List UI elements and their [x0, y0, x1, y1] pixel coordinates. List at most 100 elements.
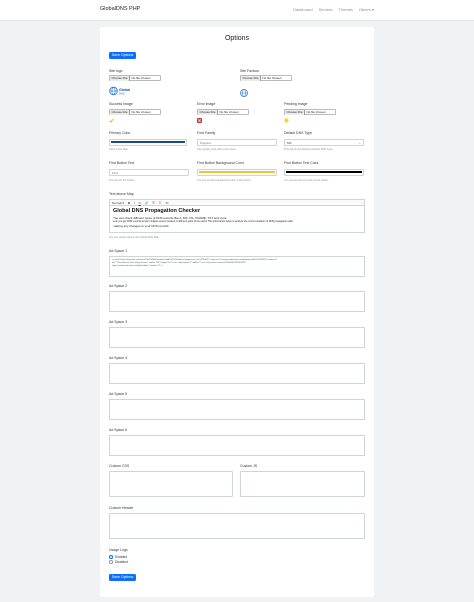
- error-image-label: Error image: [197, 102, 216, 106]
- pending-clock-icon: [284, 118, 289, 123]
- default-dns-type-label: Default DNS Type: [284, 131, 312, 135]
- site-favicon-file-input[interactable]: Choose File No file chosen: [240, 75, 292, 82]
- success-image-label: Success image: [109, 102, 133, 106]
- nav-themes[interactable]: Themes: [338, 7, 352, 12]
- primary-color-help: Used in the Map.: [109, 148, 129, 151]
- clear-format-icon[interactable]: Tx: [165, 201, 168, 205]
- find-button-text-label: Find Button Text: [109, 161, 135, 165]
- save-options-button-bottom[interactable]: Save Options: [109, 574, 136, 581]
- find-button-text-color-picker[interactable]: [284, 169, 364, 176]
- primary-color-label: Primary Color: [109, 131, 131, 135]
- editor-heading: Global DNS Propagation Checker: [113, 208, 201, 214]
- chevron-down-icon: ⌄: [358, 141, 361, 145]
- primary-color-picker[interactable]: [109, 139, 187, 146]
- choose-file-button[interactable]: Choose File: [110, 110, 131, 116]
- default-dns-type-select[interactable]: MX ⌄: [284, 139, 364, 146]
- page-title: Options: [224, 35, 250, 42]
- custom-css-label: Custom CSS: [109, 464, 130, 468]
- site-logo-label: Site logo: [109, 69, 123, 73]
- globe-favicon-icon: [240, 89, 248, 97]
- globe-logo-icon: Global DNS: [109, 86, 130, 96]
- svg-text:DNS: DNS: [119, 92, 125, 96]
- custom-js-label: Custom JS: [240, 464, 258, 468]
- find-button-bg-picker[interactable]: [197, 169, 277, 176]
- format-select[interactable]: Normal ▾: [112, 201, 124, 205]
- nav-links: Dashboard Servers Themes Others ▾: [293, 7, 374, 12]
- ordered-list-icon[interactable]: ☰: [152, 201, 155, 205]
- find-button-text-color-swatch: [286, 171, 362, 174]
- error-image-file-input[interactable]: Choose File No file chosen: [197, 109, 249, 116]
- find-button-text-help: The text for the button.: [109, 179, 136, 182]
- find-button-bg-help: You can set the background color of the …: [197, 179, 252, 182]
- editor-toolbar: Normal ▾ B I U 🔗 ☰ ☷ Tx: [110, 200, 364, 206]
- usage-logs-disabled-radio[interactable]: [109, 560, 113, 564]
- nav-others-dropdown[interactable]: Others ▾: [359, 7, 374, 12]
- ad-space-5-label: Ad Space 5: [109, 392, 128, 396]
- ad-space-3-label: Ad Space 3: [109, 320, 128, 324]
- file-status: No file chosen: [219, 110, 239, 114]
- custom-header-label: Custom Header: [109, 506, 134, 510]
- usage-logs-label: Usage Logs: [109, 548, 128, 552]
- ad-space-3-textarea[interactable]: [109, 327, 365, 348]
- bullet-list-icon[interactable]: ☷: [159, 201, 162, 205]
- font-family-help: Use google fonts with exact name.: [197, 148, 237, 151]
- ad-space-6-label: Ad Space 6: [109, 428, 128, 432]
- usage-logs-disabled-label: Disabled: [115, 560, 128, 564]
- bold-icon[interactable]: B: [128, 201, 130, 205]
- editor-line-3: making any changes to your DNS records.: [113, 224, 170, 228]
- ad-space-1-label: Ad Space 1: [109, 249, 128, 253]
- find-button-bg-swatch: [199, 171, 275, 174]
- save-options-button-top[interactable]: Save Options: [109, 52, 136, 59]
- find-button-text-color-help: You can set the text color of the button…: [284, 179, 329, 182]
- site-favicon-label: Site Favicon: [240, 69, 260, 73]
- file-status: No file chosen: [262, 76, 282, 80]
- usage-logs-enabled-label: Enabled: [115, 555, 128, 559]
- brand-name[interactable]: GlobalDNS PHP: [100, 6, 140, 12]
- nav-dashboard[interactable]: Dashboard: [293, 7, 313, 12]
- font-family-input[interactable]: Poppins: [197, 139, 277, 146]
- site-logo-file-input[interactable]: Choose File No file chosen: [109, 75, 161, 82]
- nav-servers[interactable]: Servers: [319, 7, 333, 12]
- custom-header-textarea[interactable]: [109, 513, 365, 539]
- italic-icon[interactable]: I: [134, 201, 135, 205]
- font-family-label: Font Family: [197, 131, 216, 135]
- choose-file-button[interactable]: Choose File: [241, 76, 262, 82]
- primary-color-swatch: [111, 141, 185, 144]
- default-dns-type-help: This will be the default selected DNS Ty…: [284, 148, 334, 151]
- success-image-file-input[interactable]: Choose File No file chosen: [109, 109, 161, 116]
- find-button-text-input[interactable]: Find: [109, 169, 189, 176]
- choose-file-button[interactable]: Choose File: [285, 110, 306, 116]
- top-navbar: GlobalDNS PHP Dashboard Servers Themes O…: [0, 0, 474, 21]
- ad-space-1-textarea[interactable]: <a href="https://d.prosaic.markets/ct?id…: [109, 256, 365, 277]
- find-button-text-color-label: Find Button Text Color: [284, 161, 319, 165]
- options-card: Options Save Options Site logo Choose Fi…: [100, 27, 374, 597]
- custom-js-textarea[interactable]: [240, 471, 365, 497]
- underline-icon[interactable]: U: [139, 201, 141, 205]
- choose-file-button[interactable]: Choose File: [198, 110, 219, 116]
- link-icon[interactable]: 🔗: [145, 201, 149, 205]
- dns-type-selected: MX: [287, 141, 292, 145]
- error-x-icon: [197, 118, 202, 123]
- text-above-map-label: Text above Map: [109, 192, 134, 196]
- text-above-map-help: The text shown above the Global DNS Map.: [109, 236, 160, 239]
- custom-css-textarea[interactable]: [109, 471, 233, 497]
- site-logo-preview: Global DNS: [109, 83, 139, 101]
- find-button-bg-label: Find Button Background Color: [197, 161, 244, 165]
- pending-image-file-input[interactable]: Choose File No file chosen: [284, 109, 336, 116]
- choose-file-button[interactable]: Choose File: [110, 76, 131, 82]
- file-status: No file chosen: [131, 110, 151, 114]
- ad-space-1-line-3: style="position:absolute;visibility:hidd…: [112, 264, 163, 267]
- ad-space-2-label: Ad Space 2: [109, 284, 128, 288]
- ad-space-5-textarea[interactable]: [109, 399, 365, 420]
- text-above-map-editor[interactable]: Normal ▾ B I U 🔗 ☰ ☷ Tx Global DNS Propa…: [109, 199, 365, 233]
- editor-line-2: Lets you get DNS records across multiple…: [113, 220, 294, 223]
- ad-space-6-textarea[interactable]: [109, 435, 365, 456]
- success-check-icon: [109, 118, 114, 123]
- usage-logs-enabled-radio[interactable]: [109, 555, 113, 559]
- file-status: No file chosen: [131, 76, 151, 80]
- file-status: No file chosen: [306, 110, 326, 114]
- ad-space-4-label: Ad Space 4: [109, 356, 128, 360]
- ad-space-2-textarea[interactable]: [109, 291, 365, 312]
- pending-image-label: Pending image: [284, 102, 308, 106]
- ad-space-4-textarea[interactable]: [109, 363, 365, 384]
